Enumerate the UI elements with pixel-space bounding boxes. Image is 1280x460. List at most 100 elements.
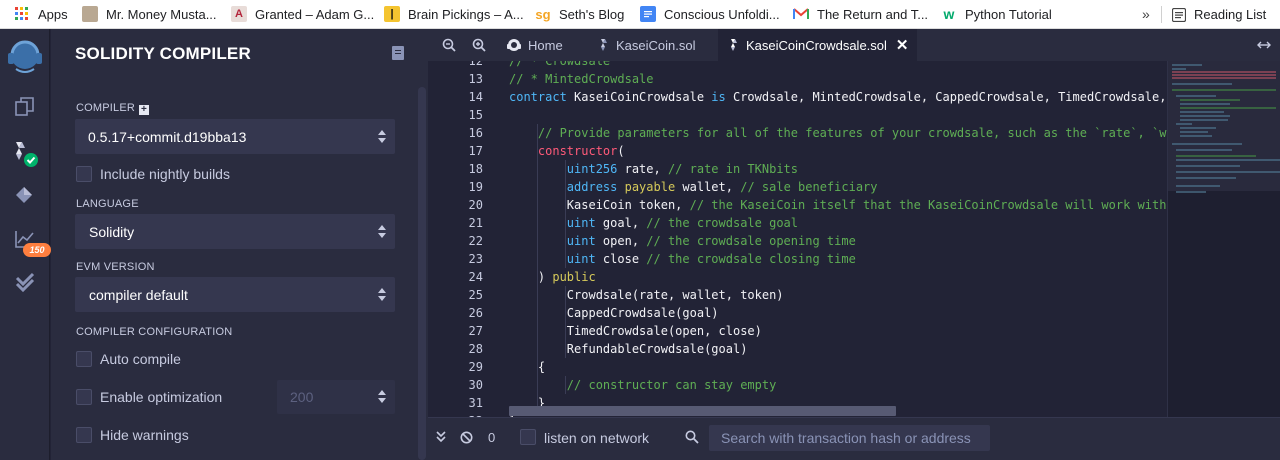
editor-horizontal-scrollbar[interactable]	[509, 406, 896, 416]
enable-optimization-row[interactable]: Enable optimization	[76, 389, 222, 405]
indent-guide	[537, 340, 538, 358]
line-number: 24	[468, 270, 483, 284]
tab-kaseicoin-label: KaseiCoin.sol	[616, 37, 696, 53]
indent-guide	[537, 196, 538, 214]
enable-optimization-label: Enable optimization	[100, 389, 223, 405]
select-caret-icon	[378, 130, 386, 144]
indent-guide	[565, 160, 566, 178]
indent-guide	[565, 322, 566, 340]
code-token: address	[566, 180, 618, 194]
bookmark-conscious-unfolding[interactable]: Conscious Unfoldi...	[640, 0, 780, 29]
code-token: RefundableCrowdsale(goal)	[509, 342, 748, 356]
solidity-compiler-icon[interactable]	[0, 134, 50, 174]
hide-warnings-label: Hide warnings	[100, 427, 189, 443]
code-line: 30 // constructor can stay empty	[428, 376, 1280, 394]
code-token: open,	[595, 234, 647, 248]
auto-compile-checkbox[interactable]	[76, 351, 92, 367]
minimap-line	[1180, 131, 1208, 133]
code-line: 16 // Provide parameters for all of the …	[428, 124, 1280, 142]
close-tab-icon[interactable]: ✕	[896, 36, 909, 54]
zoom-in-icon[interactable]	[472, 29, 486, 61]
bookmark-gmail[interactable]: The Return and T...	[793, 0, 928, 29]
evm-version-select[interactable]: compiler default	[75, 277, 395, 312]
bookmark-apps[interactable]: Apps	[14, 0, 68, 29]
reading-list-button[interactable]: Reading List	[1172, 0, 1266, 29]
line-number: 13	[468, 72, 483, 86]
code-token: uint256	[566, 162, 618, 176]
side-panel-scrollbar[interactable]	[418, 87, 426, 460]
bookmark-label: Conscious Unfoldi...	[664, 6, 780, 22]
code-token: Crowdsale(rate, wallet, token)	[509, 288, 784, 302]
listen-network-checkbox[interactable]	[520, 429, 536, 445]
zoom-out-icon[interactable]	[442, 29, 456, 61]
indent-guide	[537, 160, 538, 178]
compiler-configuration-label: COMPILER CONFIGURATION	[76, 326, 233, 338]
minimap-line	[1176, 191, 1206, 193]
indent-guide	[537, 178, 538, 196]
indent-guide	[537, 124, 538, 142]
select-caret-icon	[378, 225, 386, 239]
language-select[interactable]: Solidity	[75, 214, 395, 249]
code-line: 29 {	[428, 358, 1280, 376]
bookmark-brain-pickings[interactable]: | Brain Pickings – A...	[384, 0, 524, 29]
optimization-runs-input[interactable]: 200	[277, 380, 395, 414]
code-token: // * MintedCrowdsale	[509, 72, 654, 86]
code-token: KaseiCoinCrowdsale	[566, 90, 712, 104]
code-line: 23 uint close // the crowdsale closing t…	[428, 250, 1280, 268]
indent-guide	[565, 304, 566, 322]
verification-check-icon[interactable]	[0, 263, 50, 299]
indent-guide	[565, 250, 566, 268]
remix-logo-icon[interactable]	[0, 35, 50, 79]
code-line: 12 // * Crowdsale	[428, 61, 1280, 70]
documentation-icon[interactable]	[392, 46, 404, 60]
indent-guide	[537, 322, 538, 340]
collapse-terminal-icon[interactable]	[436, 431, 446, 443]
bookmark-granted[interactable]: A Granted – Adam G...	[231, 0, 374, 29]
add-compiler-icon[interactable]: +	[139, 105, 150, 115]
bookmark-python-tutorial[interactable]: w Python Tutorial	[941, 0, 1052, 29]
hide-warnings-row[interactable]: Hide warnings	[76, 427, 189, 443]
icon-panel: 150	[0, 29, 51, 460]
code-line: 15	[428, 106, 1280, 124]
code-editor[interactable]: 12 // * Crowdsale 13 // * MintedCrowdsale 14…	[428, 61, 1280, 417]
nightly-builds-row[interactable]: Include nightly builds	[76, 166, 230, 182]
indent-guide	[565, 376, 566, 394]
code-token: payable	[624, 180, 676, 194]
minimap-line	[1180, 135, 1212, 137]
minimap-line	[1180, 103, 1230, 105]
tab-kaseicoin-crowdsale[interactable]: KaseiCoinCrowdsale.sol ✕	[718, 29, 918, 61]
compiler-version-select[interactable]: 0.5.17+commit.d19bba13	[75, 119, 395, 154]
code-token: {	[509, 360, 546, 374]
expand-panel-icon[interactable]	[1257, 29, 1271, 61]
transaction-search-input[interactable]	[709, 425, 990, 451]
minimap-line	[1180, 115, 1230, 117]
editor-tab-bar: Home KaseiCoin.sol KaseiCoinCrowdsale.so…	[428, 29, 1280, 61]
tab-kaseicoin[interactable]: KaseiCoin.sol	[600, 29, 710, 61]
notification-badge: 150	[23, 243, 51, 257]
code-line: 22 uint open, // the crowdsale opening t…	[428, 232, 1280, 250]
clear-console-icon[interactable]	[460, 431, 473, 444]
bookmark-money-mustache[interactable]: Mr. Money Musta...	[82, 0, 217, 29]
editor-minimap[interactable]	[1167, 61, 1280, 417]
panel-title: SOLIDITY COMPILER	[75, 44, 251, 63]
auto-compile-row[interactable]: Auto compile	[76, 351, 181, 367]
hide-warnings-checkbox[interactable]	[76, 427, 92, 443]
code-line: 21 uint goal, // the crowdsale goal	[428, 214, 1280, 232]
stepper-caret-icon[interactable]	[378, 390, 386, 404]
code-line: 26 CappedCrowdsale(goal)	[428, 304, 1280, 322]
indent-guide	[565, 340, 566, 358]
nightly-builds-checkbox[interactable]	[76, 166, 92, 182]
file-explorer-icon[interactable]	[0, 89, 50, 125]
enable-optimization-checkbox[interactable]	[76, 389, 92, 405]
minimap-line	[1176, 123, 1192, 125]
code-line: 17 constructor(	[428, 142, 1280, 160]
seths-blog-icon: sg	[535, 6, 551, 22]
minimap-line	[1176, 149, 1232, 151]
bookmark-seths-blog[interactable]: sg Seth's Blog	[535, 0, 624, 29]
code-token: uint	[566, 252, 596, 266]
tab-home[interactable]: Home	[506, 29, 577, 61]
deploy-run-icon[interactable]	[0, 177, 50, 213]
code-token: (	[617, 144, 625, 158]
indent-guide	[537, 268, 538, 286]
bookmarks-more-button[interactable]: »	[1142, 0, 1150, 29]
